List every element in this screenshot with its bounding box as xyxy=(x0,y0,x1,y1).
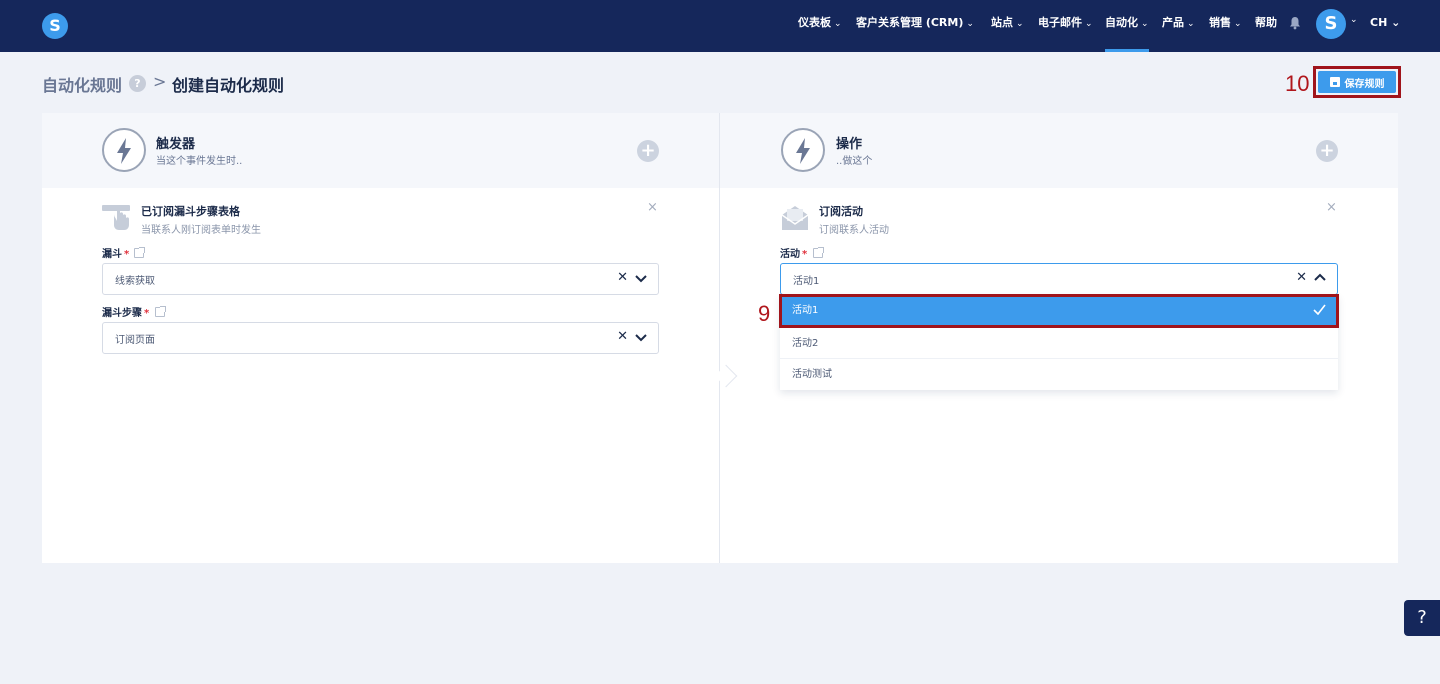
nav-automation[interactable]: 自动化 ⌄ xyxy=(1105,0,1149,52)
trigger-title: 触发器 xyxy=(156,137,196,152)
close-icon[interactable]: × xyxy=(647,200,658,215)
app-logo[interactable]: S xyxy=(42,13,68,39)
help-icon[interactable]: ? xyxy=(129,75,146,92)
nav-crm[interactable]: 客户关系管理 (CRM) ⌄ xyxy=(856,0,974,52)
action-header: 操作 ..做这个 + xyxy=(720,113,1398,188)
dropdown-option[interactable]: 活动测试 xyxy=(780,359,1338,390)
funnel-step-select[interactable]: 订阅页面 ✕ xyxy=(102,322,659,354)
chevron-down-icon: ⌄ xyxy=(1085,19,1093,29)
action-subtitle: ..做这个 xyxy=(836,156,873,167)
chevron-down-icon: ⌄ xyxy=(1187,19,1195,29)
chevron-down-icon[interactable]: ⌄ xyxy=(1350,15,1358,25)
nav-dashboard[interactable]: 仪表板 ⌄ xyxy=(798,0,842,52)
nav-help[interactable]: 帮助 xyxy=(1255,0,1277,52)
external-link-icon[interactable] xyxy=(155,306,166,317)
campaign-label: 活动 * xyxy=(780,249,808,260)
action-title: 操作 xyxy=(836,137,863,152)
nav-email[interactable]: 电子邮件 ⌄ xyxy=(1038,0,1093,52)
page-title: 创建自动化规则 xyxy=(172,76,285,95)
chevron-down-icon: ⌄ xyxy=(1016,19,1024,29)
annotation-box: 保存规则 xyxy=(1313,66,1401,98)
chevron-right-icon: > xyxy=(153,72,167,91)
funnel-step-label: 漏斗步骤 * xyxy=(102,308,150,319)
envelope-icon xyxy=(781,206,809,230)
add-action-button[interactable]: + xyxy=(1316,140,1338,162)
action-item-title: 订阅活动 xyxy=(819,205,863,218)
action-item-subtitle: 订阅联系人活动 xyxy=(819,225,889,236)
clear-icon[interactable]: ✕ xyxy=(617,270,628,285)
panel-divider xyxy=(719,113,720,563)
trigger-subtitle: 当这个事件发生时.. xyxy=(156,156,243,167)
dropdown-option[interactable]: 活动2 xyxy=(780,328,1338,359)
chevron-down-icon[interactable] xyxy=(634,271,648,285)
user-avatar[interactable]: S xyxy=(1316,9,1346,39)
bell-icon[interactable] xyxy=(1288,16,1302,30)
clear-icon[interactable]: ✕ xyxy=(1296,270,1307,285)
chevron-down-icon: ⌄ xyxy=(1141,19,1149,29)
trigger-item-subtitle: 当联系人刚订阅表单时发生 xyxy=(141,225,261,236)
chevron-down-icon: ⌄ xyxy=(834,19,842,29)
funnel-select[interactable]: 线索获取 ✕ xyxy=(102,263,659,295)
help-button[interactable]: ? xyxy=(1404,600,1440,636)
chevron-up-icon[interactable] xyxy=(1313,271,1327,285)
nav-products[interactable]: 产品 ⌄ xyxy=(1162,0,1195,52)
breadcrumb-root[interactable]: 自动化规则 xyxy=(42,72,122,96)
top-nav: S 仪表板 ⌄ 客户关系管理 (CRM) ⌄ 站点 ⌄ 电子邮件 ⌄ 自动化 ⌄ 产品 ⌄ … xyxy=(0,0,1440,52)
funnel-label: 漏斗 * xyxy=(102,249,130,260)
chevron-down-icon: ⌄ xyxy=(966,19,974,29)
floppy-disk-icon xyxy=(1329,77,1340,87)
external-link-icon[interactable] xyxy=(813,247,824,258)
save-rule-button[interactable]: 保存规则 xyxy=(1318,71,1396,93)
hand-pointer-icon xyxy=(102,205,130,230)
trigger-item-title: 已订阅漏斗步骤表格 xyxy=(141,205,240,218)
lightning-icon xyxy=(102,128,146,172)
trigger-header: 触发器 当这个事件发生时.. + xyxy=(42,113,719,188)
language-selector[interactable]: CH ⌄ xyxy=(1370,0,1400,52)
add-trigger-button[interactable]: + xyxy=(637,140,659,162)
clear-icon[interactable]: ✕ xyxy=(617,329,628,344)
close-icon[interactable]: × xyxy=(1326,200,1337,215)
nav-sales[interactable]: 销售 ⌄ xyxy=(1209,0,1242,52)
annotation-number: 9 xyxy=(758,301,771,326)
annotation-box xyxy=(779,294,1339,328)
chevron-down-icon[interactable] xyxy=(634,330,648,344)
external-link-icon[interactable] xyxy=(134,247,145,258)
lightning-icon xyxy=(781,128,825,172)
nav-sites[interactable]: 站点 ⌄ xyxy=(991,0,1024,52)
chevron-down-icon: ⌄ xyxy=(1234,19,1242,29)
campaign-select[interactable]: 活动1 ✕ xyxy=(780,263,1338,295)
annotation-number: 10 xyxy=(1285,71,1310,96)
